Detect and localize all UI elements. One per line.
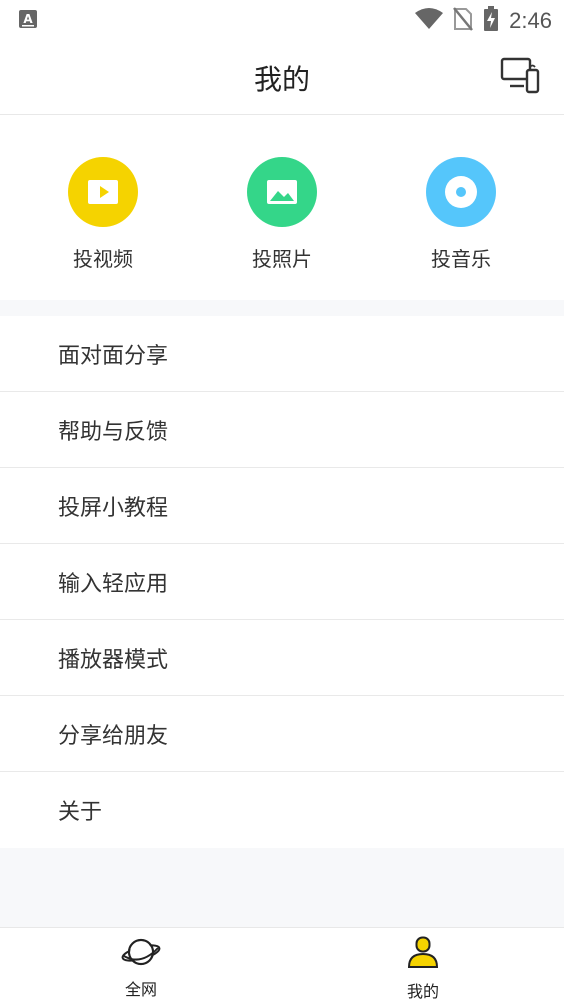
cast-video-button[interactable]: 投视频 xyxy=(33,157,173,272)
no-sim-icon xyxy=(453,7,474,35)
cast-music-circle xyxy=(426,157,496,227)
nav-tab-mine[interactable]: 我的 xyxy=(383,936,463,1002)
status-time: 2:46 xyxy=(509,8,552,33)
menu-item-label: 关于 xyxy=(58,800,103,825)
keyboard-notification-icon: A xyxy=(18,9,38,33)
header: 我的 xyxy=(0,40,564,115)
menu-item-label: 帮助与反馈 xyxy=(58,419,169,445)
page-title: 我的 xyxy=(253,63,310,96)
menu-item-cast-tutorial[interactable]: 投屏小教程 xyxy=(0,468,564,544)
status-bar: A 2:46 xyxy=(0,0,564,40)
menu-item-help-feedback[interactable]: 帮助与反馈 xyxy=(0,392,564,468)
planet-icon xyxy=(121,938,161,966)
cast-video-label: 投视频 xyxy=(73,247,133,271)
menu-item-player-mode[interactable]: 播放器模式 xyxy=(0,620,564,696)
nav-label: 我的 xyxy=(406,982,439,1001)
menu-item-about[interactable]: 关于 xyxy=(0,772,564,848)
cast-photo-circle xyxy=(247,157,317,227)
cast-device-button[interactable] xyxy=(500,56,542,96)
menu-item-label: 播放器模式 xyxy=(58,647,169,673)
user-icon xyxy=(407,936,439,968)
quick-actions: 投视频 投照片 投音乐 xyxy=(0,115,564,300)
menu-item-label: 分享给朋友 xyxy=(58,723,169,749)
settings-menu: 面对面分享 帮助与反馈 投屏小教程 输入轻应用 播放器模式 分享给朋友 关于 xyxy=(0,316,564,848)
cast-music-label: 投音乐 xyxy=(431,247,491,271)
battery-charging-icon xyxy=(483,6,499,36)
menu-item-label: 投屏小教程 xyxy=(58,495,169,521)
cast-video-circle xyxy=(68,157,138,227)
cast-photo-label: 投照片 xyxy=(252,247,312,271)
menu-item-face-to-face-share[interactable]: 面对面分享 xyxy=(0,316,564,392)
music-disc-icon xyxy=(445,176,477,208)
wifi-icon xyxy=(415,8,444,34)
image-icon xyxy=(267,180,297,204)
bottom-navigation: 全网 我的 xyxy=(0,927,564,1002)
menu-item-label: 面对面分享 xyxy=(58,343,169,369)
play-video-icon xyxy=(88,180,118,204)
menu-item-input-lite-app[interactable]: 输入轻应用 xyxy=(0,544,564,620)
nav-tab-network[interactable]: 全网 xyxy=(101,936,181,1000)
screen-cast-icon xyxy=(500,57,540,94)
cast-music-button[interactable]: 投音乐 xyxy=(391,157,531,272)
menu-item-share-with-friends[interactable]: 分享给朋友 xyxy=(0,696,564,772)
cast-photo-button[interactable]: 投照片 xyxy=(212,157,352,272)
svg-text:A: A xyxy=(23,12,33,26)
menu-item-label: 输入轻应用 xyxy=(58,571,169,597)
nav-label: 全网 xyxy=(124,980,157,999)
